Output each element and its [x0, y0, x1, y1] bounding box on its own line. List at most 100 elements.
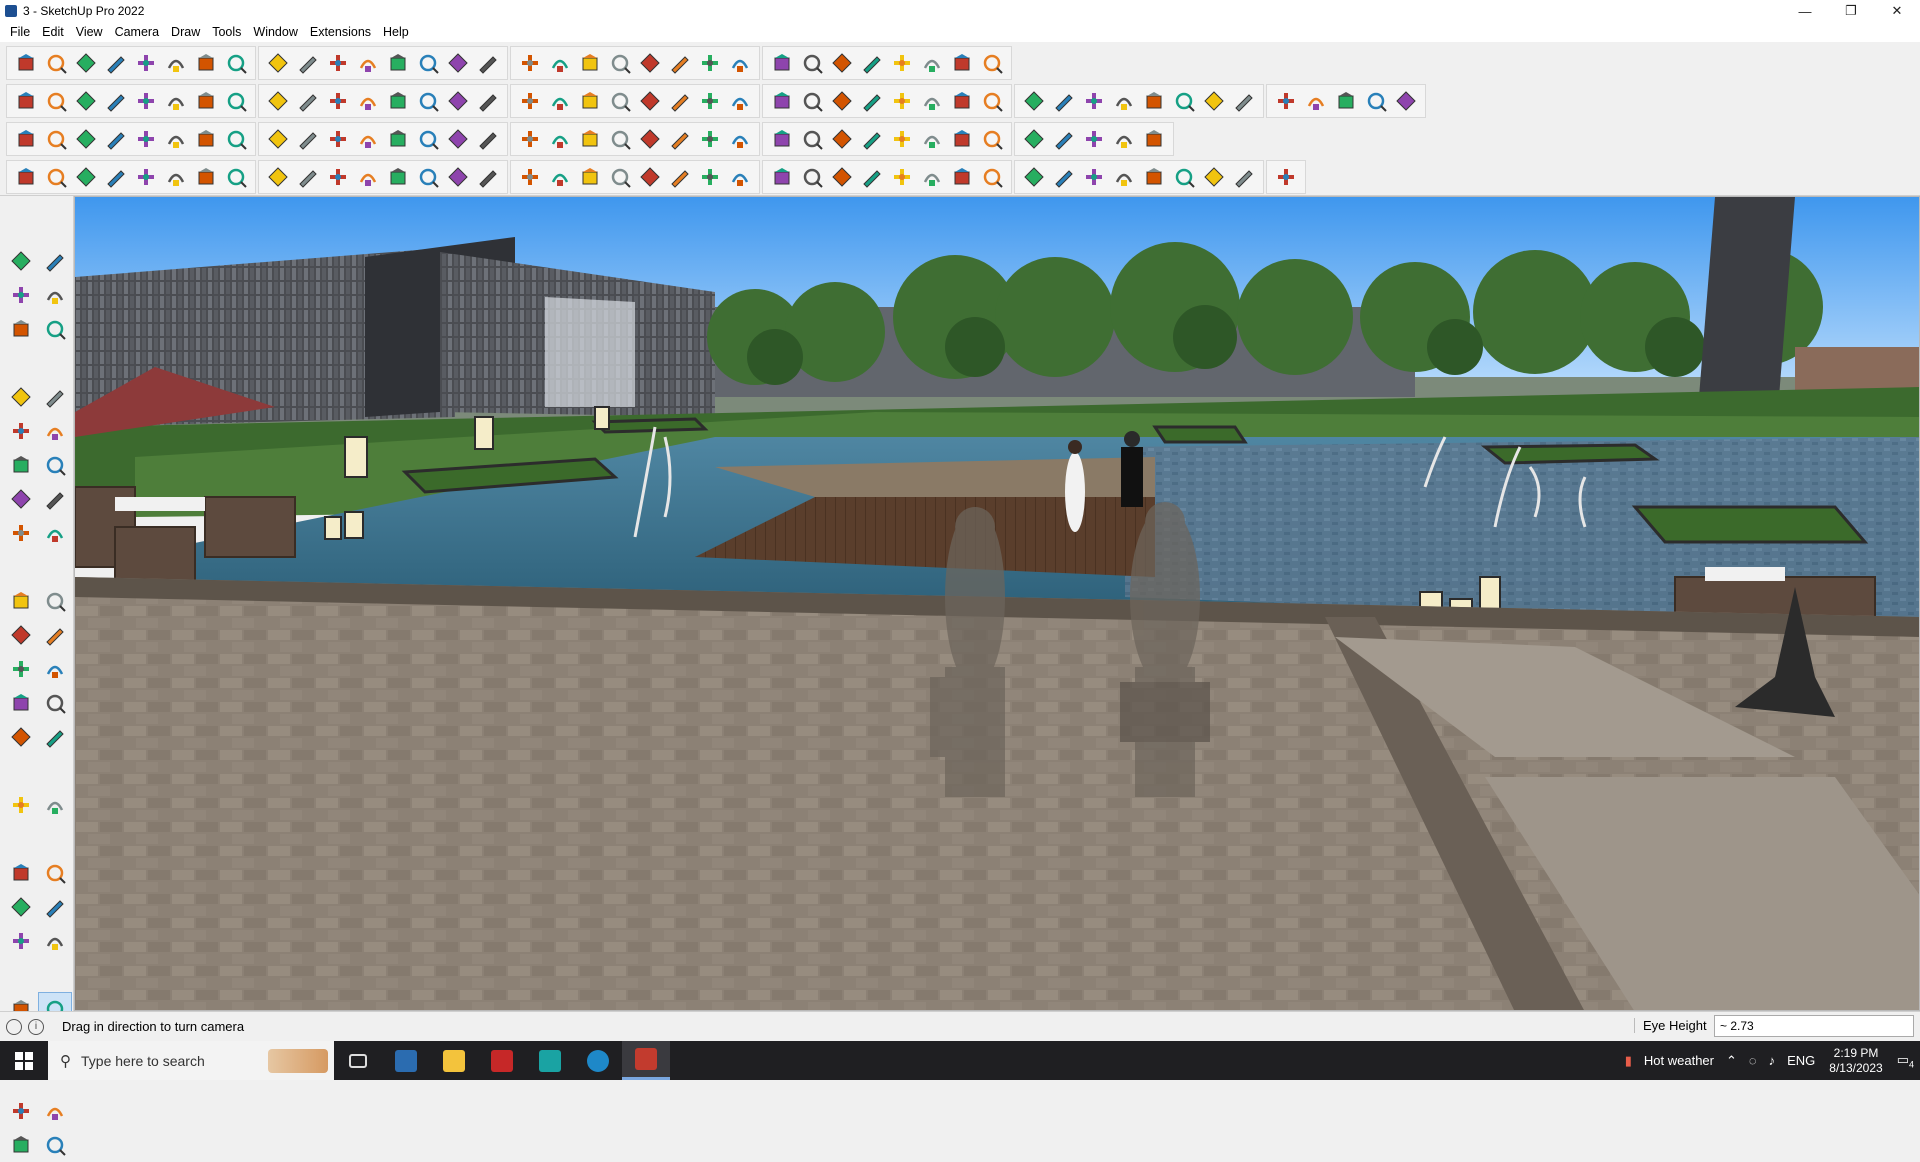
move-button[interactable] [263, 48, 293, 78]
offset-button[interactable] [38, 652, 72, 686]
menu-tools[interactable]: Tools [206, 25, 247, 39]
cross-blue-button[interactable] [515, 124, 545, 154]
move-button[interactable] [4, 584, 38, 618]
styles-button[interactable] [605, 48, 635, 78]
info-icon[interactable]: i [28, 1018, 44, 1035]
block-button[interactable] [323, 124, 353, 154]
eraser-button[interactable] [71, 48, 101, 78]
acrobat-app-icon[interactable] [478, 1041, 526, 1080]
network-icon[interactable]: ◌ [1749, 1053, 1757, 1068]
push-pull-button[interactable] [191, 48, 221, 78]
solid-shell-button[interactable] [323, 86, 353, 116]
brush-button[interactable] [797, 86, 827, 116]
three-point-arc-button[interactable] [38, 516, 72, 550]
curve-button[interactable] [383, 86, 413, 116]
dimension-button[interactable] [473, 86, 503, 116]
tray-chevron-icon[interactable]: ⌃ [1726, 1053, 1737, 1069]
tape-measure-button[interactable] [38, 312, 72, 346]
fence-b-button[interactable] [545, 162, 575, 192]
rotate-button[interactable] [293, 48, 323, 78]
leaf-b-button[interactable] [605, 162, 635, 192]
zoom-window-button[interactable] [38, 890, 72, 924]
nut-button[interactable] [665, 124, 695, 154]
dimension-button[interactable] [38, 686, 72, 720]
polygon-button[interactable] [38, 448, 72, 482]
arc-orange-button[interactable] [191, 124, 221, 154]
freehand-button[interactable] [38, 380, 72, 414]
shape-e-button[interactable] [1109, 86, 1139, 116]
solid-split-button[interactable] [263, 86, 293, 116]
wood-b-button[interactable] [1019, 124, 1049, 154]
menu-window[interactable]: Window [247, 25, 303, 39]
layer-flat-button[interactable] [515, 86, 545, 116]
scenes-button[interactable] [38, 1128, 72, 1162]
cubes-button[interactable] [887, 124, 917, 154]
wheel-b-button[interactable] [1169, 162, 1199, 192]
shape-f-button[interactable] [161, 162, 191, 192]
fence-a-button[interactable] [515, 162, 545, 192]
stair-j-button[interactable] [1109, 162, 1139, 192]
ring-button[interactable] [947, 124, 977, 154]
ellipse-button[interactable] [947, 86, 977, 116]
roof-button[interactable] [575, 86, 605, 116]
shell-button[interactable] [1271, 162, 1301, 192]
stair-c-button[interactable] [887, 162, 917, 192]
chain-button[interactable] [353, 124, 383, 154]
circle-b-button[interactable] [857, 86, 887, 116]
stair-e-button[interactable] [947, 162, 977, 192]
path-a-button[interactable] [11, 162, 41, 192]
solid-fix-button[interactable] [353, 86, 383, 116]
hand-button[interactable] [575, 162, 605, 192]
shape-c-button[interactable] [1049, 86, 1079, 116]
extend-button[interactable] [293, 162, 323, 192]
text-button[interactable] [383, 48, 413, 78]
diamond-green-button[interactable] [101, 124, 131, 154]
taskbar-search[interactable]: ⚲ Type here to search [48, 1041, 334, 1080]
bucket-button[interactable] [767, 124, 797, 154]
components-button[interactable] [575, 48, 605, 78]
cross-red-button[interactable] [443, 124, 473, 154]
polygon-a-button[interactable] [887, 86, 917, 116]
zoom-button[interactable] [4, 890, 38, 924]
solid-outer-button[interactable] [293, 86, 323, 116]
hatch-c-button[interactable] [767, 162, 797, 192]
rotate-button[interactable] [4, 618, 38, 652]
rail-a-button[interactable] [635, 162, 665, 192]
wall-button[interactable] [605, 86, 635, 116]
help-button[interactable] [977, 48, 1007, 78]
orbit-b-button[interactable] [4, 856, 38, 890]
undo-button[interactable] [917, 48, 947, 78]
push-pull-button[interactable] [38, 584, 72, 618]
circle-button[interactable] [4, 448, 38, 482]
follow-me-button[interactable] [38, 618, 72, 652]
eraser-pink-button[interactable] [1169, 86, 1199, 116]
spiral-button[interactable] [695, 124, 725, 154]
square-red-button[interactable] [221, 124, 251, 154]
menu-edit[interactable]: Edit [36, 25, 70, 39]
diamond-red-button[interactable] [131, 124, 161, 154]
two-point-arc-button[interactable] [38, 482, 72, 516]
rotated-rectangle-button[interactable] [38, 414, 72, 448]
wood-a-button[interactable] [977, 124, 1007, 154]
stair-b-button[interactable] [857, 162, 887, 192]
corner-b-button[interactable] [353, 162, 383, 192]
shape-b-button[interactable] [1019, 86, 1049, 116]
solid-trim-button[interactable] [221, 86, 251, 116]
wedge-button[interactable] [473, 162, 503, 192]
axes-button[interactable] [887, 48, 917, 78]
user-button[interactable] [695, 48, 725, 78]
select-button[interactable] [41, 48, 71, 78]
diamond-blue-button[interactable] [41, 124, 71, 154]
follow-me-button[interactable] [221, 48, 251, 78]
pyramid-teal-button[interactable] [575, 124, 605, 154]
shape-a-button[interactable] [977, 86, 1007, 116]
curl-red-button[interactable] [797, 124, 827, 154]
language-indicator[interactable]: ENG [1787, 1053, 1815, 1068]
sketchup-taskbar-icon[interactable] [622, 1041, 670, 1080]
gear-button[interactable] [857, 124, 887, 154]
top-view-button[interactable] [41, 86, 71, 116]
arrow-red-button[interactable] [1139, 86, 1169, 116]
layer-up-button[interactable] [545, 86, 575, 116]
front-view-button[interactable] [71, 86, 101, 116]
circle-a-button[interactable] [827, 86, 857, 116]
